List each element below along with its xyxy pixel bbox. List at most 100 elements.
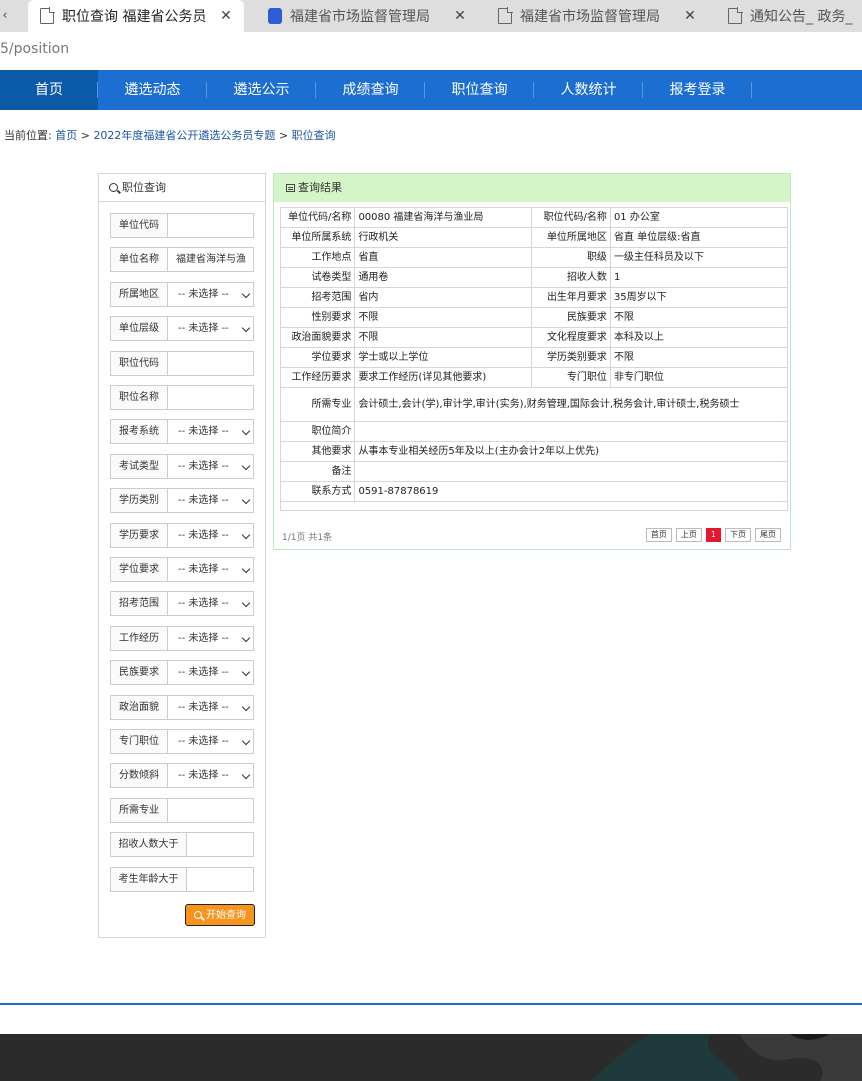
chevron-down-icon: [241, 599, 251, 608]
field-value: 省内: [354, 287, 533, 308]
chevron-down-icon: [241, 702, 251, 711]
pager: 首页 上页 1 下页 尾页: [642, 528, 781, 542]
filter-input[interactable]: [167, 797, 254, 823]
browser-tab[interactable]: 福建省市场监督管理局 ✕: [486, 0, 708, 32]
close-icon[interactable]: ✕: [680, 8, 700, 24]
filter-select[interactable]: -- 未选择 --: [167, 729, 254, 754]
pager-prev-button[interactable]: 上页: [675, 528, 702, 542]
breadcrumb-topic-link[interactable]: 2022年度福建省公开遴选公务员专题: [93, 129, 275, 142]
browser-tab[interactable]: 福建省市场监督管理局 ✕: [256, 0, 478, 32]
field-value: 行政机关: [354, 227, 533, 248]
nav-item-positions[interactable]: 职位查询: [425, 70, 534, 110]
pager-first-button[interactable]: 首页: [645, 528, 672, 542]
filter-select[interactable]: -- 未选择 --: [167, 316, 254, 342]
field-value: 从事本专业相关经历5年及以上(主办会计2年以上优先): [354, 441, 788, 462]
filter-input[interactable]: 福建省海洋与渔: [167, 247, 254, 273]
close-icon[interactable]: ✕: [216, 8, 236, 24]
filter-select[interactable]: -- 未选择 --: [167, 591, 254, 617]
nav-item-scores[interactable]: 成绩查询: [316, 70, 425, 110]
chevron-down-icon: [241, 736, 251, 746]
filter-input[interactable]: [167, 213, 254, 238]
filter-select[interactable]: -- 未选择 --: [167, 419, 254, 445]
breadcrumb-prefix: 当前位置:: [4, 129, 52, 142]
field-value: 省直: [354, 247, 533, 268]
filter-select[interactable]: -- 未选择 --: [167, 557, 254, 582]
filter-select[interactable]: -- 未选择 --: [167, 763, 254, 789]
table-row: 政治面貌要求 不限 文化程度要求 本科及以上: [279, 327, 789, 348]
filter-select[interactable]: -- 未选择 --: [167, 694, 254, 720]
pager-page-1-button[interactable]: 1: [705, 528, 721, 542]
filter-select-value: -- 未选择 --: [178, 632, 229, 644]
filter-row: 招考范围 -- 未选择 --: [110, 591, 254, 617]
table-row: 所需专业 会计硕士,会计(学),审计学,审计(实务),财务管理,国际会计,税务会计…: [279, 387, 788, 422]
filter-row: 学历要求 -- 未选择 --: [110, 522, 254, 548]
filter-label: 报考系统: [110, 419, 167, 445]
filter-select[interactable]: -- 未选择 --: [167, 281, 254, 307]
browser-tab-active[interactable]: 职位查询 福建省公务员 ✕: [28, 0, 244, 32]
filter-label: 民族要求: [110, 660, 167, 686]
breadcrumb-current-link[interactable]: 职位查询: [292, 129, 336, 142]
field-value: 不限: [609, 307, 789, 328]
empty-cell: [280, 501, 788, 511]
address-text[interactable]: 5/position: [0, 41, 69, 57]
nav-item-statistics[interactable]: 人数统计: [534, 70, 643, 110]
browser-tab-strip: ‹ 职位查询 福建省公务员 ✕ 福建省市场监督管理局 ✕ 福建省市场监督管理局 …: [0, 0, 862, 32]
field-value: [354, 461, 788, 482]
filter-label: 分数倾斜: [110, 763, 167, 789]
filter-input[interactable]: [167, 350, 254, 376]
site-nav: 首页 遴选动态 遴选公示 成绩查询 职位查询 人数统计 报考登录: [0, 70, 862, 110]
breadcrumb-home-link[interactable]: 首页: [55, 129, 77, 142]
field-label: 单位代码/名称: [279, 207, 356, 228]
table-row: 备注: [279, 461, 788, 482]
footer-decoration: [590, 1034, 862, 1081]
filter-label: 单位层级: [110, 316, 167, 342]
field-label: 性别要求: [279, 307, 356, 328]
field-value: 1: [609, 267, 789, 288]
field-label: 备注: [279, 461, 356, 482]
field-value: 0591-87878619: [354, 481, 788, 502]
chevron-down-icon: [241, 530, 251, 539]
table-row: 其他要求 从事本专业相关经历5年及以上(主办会计2年以上优先): [279, 441, 788, 462]
address-bar[interactable]: 5/position: [0, 32, 862, 70]
pager-next-button[interactable]: 下页: [725, 528, 751, 542]
chevron-down-icon: [241, 564, 251, 574]
table-row: 学位要求 学士或以上学位 学历类别要求 不限: [279, 347, 789, 368]
nav-item-announcements[interactable]: 遴选公示: [207, 70, 316, 110]
field-value: 不限: [609, 347, 789, 368]
filter-select-value: -- 未选择 --: [178, 529, 229, 541]
pager-last-button[interactable]: 尾页: [755, 528, 781, 542]
table-row: 工作经历要求 要求工作经历(详见其他要求) 专门职位 非专门职位: [279, 367, 789, 388]
filter-row: 招收人数大于: [110, 832, 254, 858]
result-panel-header: 查询结果: [274, 174, 790, 202]
filter-row: 单位名称 福建省海洋与渔: [110, 247, 254, 273]
field-value: 不限: [354, 307, 533, 328]
filter-row: 单位代码: [110, 213, 254, 238]
filter-label: 所属地区: [110, 281, 167, 307]
filter-input[interactable]: [186, 832, 254, 858]
start-search-button[interactable]: 开始查询: [185, 904, 255, 926]
filter-select[interactable]: -- 未选择 --: [167, 488, 254, 514]
browser-tab[interactable]: 通知公告_ 政务_: [716, 0, 862, 32]
nav-item-home[interactable]: 首页: [0, 70, 98, 110]
field-label: 专门职位: [531, 367, 611, 388]
nav-item-news[interactable]: 遴选动态: [98, 70, 207, 110]
filter-select[interactable]: -- 未选择 --: [167, 522, 254, 548]
field-label: 工作地点: [279, 247, 356, 268]
filter-select-value: -- 未选择 --: [178, 667, 229, 679]
tab-scroll-left-icon[interactable]: ‹: [0, 0, 10, 32]
filter-input[interactable]: [167, 385, 254, 410]
filter-select[interactable]: -- 未选择 --: [167, 453, 254, 479]
filter-label: 单位代码: [110, 213, 167, 238]
close-icon[interactable]: ✕: [450, 8, 470, 24]
filter-label: 职位代码: [110, 350, 167, 376]
field-label: 招收人数: [531, 267, 611, 288]
table-row: 单位所属系统 行政机关 单位所属地区 省直 单位层级:省直: [279, 227, 789, 248]
filter-select[interactable]: -- 未选择 --: [167, 625, 254, 651]
result-panel-title: 查询结果: [298, 181, 342, 194]
chevron-down-icon: [241, 633, 251, 643]
filter-input[interactable]: [186, 866, 254, 892]
nav-item-login[interactable]: 报考登录: [643, 70, 752, 110]
filter-select[interactable]: -- 未选择 --: [167, 660, 254, 686]
filter-row: 报考系统 -- 未选择 --: [110, 419, 254, 445]
filter-row: 民族要求 -- 未选择 --: [110, 660, 254, 686]
